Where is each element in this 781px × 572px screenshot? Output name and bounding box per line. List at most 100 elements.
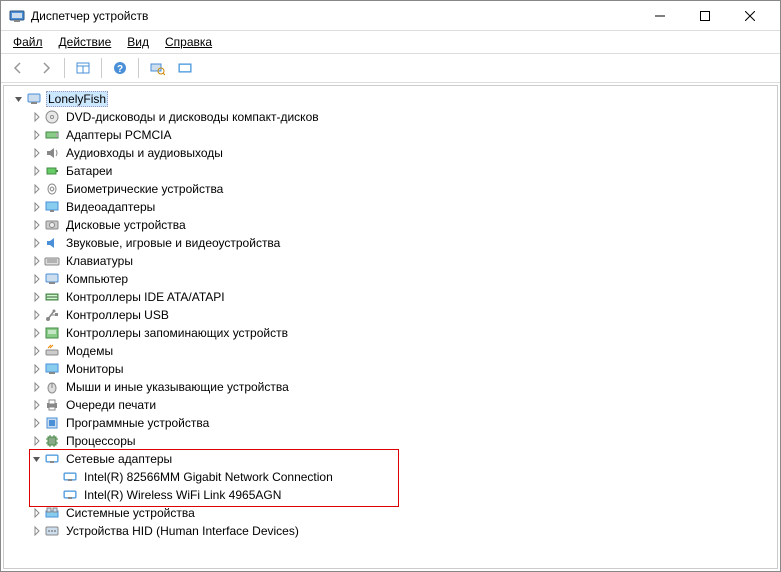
toolbar: ? — [1, 53, 780, 83]
tree-root-node[interactable]: LonelyFish — [12, 90, 769, 108]
biometric-icon — [44, 181, 60, 197]
help-button[interactable]: ? — [107, 56, 133, 80]
tree-node[interactable]: Звуковые, игровые и видеоустройства — [12, 234, 769, 252]
tree-child-node[interactable]: Intel(R) Wireless WiFi Link 4965AGN — [12, 486, 769, 504]
menu-view[interactable]: Вид — [121, 33, 155, 51]
maximize-button[interactable] — [682, 2, 727, 30]
expand-arrow-icon[interactable] — [30, 326, 44, 340]
expand-arrow-icon[interactable] — [30, 344, 44, 358]
expand-arrow-icon[interactable] — [30, 236, 44, 250]
expand-arrow-icon[interactable] — [30, 182, 44, 196]
menu-action[interactable]: Действие — [53, 33, 118, 51]
node-label: Intel(R) Wireless WiFi Link 4965AGN — [82, 488, 283, 502]
tree-child-node[interactable]: Intel(R) 82566MM Gigabit Network Connect… — [12, 468, 769, 486]
back-button — [5, 56, 31, 80]
tree-node[interactable]: Батареи — [12, 162, 769, 180]
computer-icon — [26, 91, 42, 107]
node-label: DVD-дисководы и дисководы компакт-дисков — [64, 110, 321, 124]
node-label: Контроллеры IDE ATA/ATAPI — [64, 290, 227, 304]
node-label: Очереди печати — [64, 398, 158, 412]
tree-node[interactable]: Системные устройства — [12, 504, 769, 522]
tree-node[interactable]: DVD-дисководы и дисководы компакт-дисков — [12, 108, 769, 126]
expand-arrow-icon[interactable] — [30, 110, 44, 124]
dvd-icon — [44, 109, 60, 125]
tree-node[interactable]: Контроллеры запоминающих устройств — [12, 324, 769, 342]
node-label: Системные устройства — [64, 506, 197, 520]
expand-arrow-icon[interactable] — [30, 164, 44, 178]
tree-node[interactable]: Мыши и иные указывающие устройства — [12, 378, 769, 396]
tree-content[interactable]: LonelyFish DVD-дисководы и дисководы комп… — [3, 85, 778, 569]
expand-arrow-icon[interactable] — [30, 218, 44, 232]
toolbar-separator — [64, 58, 65, 78]
close-button[interactable] — [727, 2, 772, 30]
expand-arrow-icon[interactable] — [30, 506, 44, 520]
printer-icon — [44, 397, 60, 413]
menu-file[interactable]: Файл — [7, 33, 49, 51]
ide-icon — [44, 289, 60, 305]
expand-arrow-icon[interactable] — [12, 92, 26, 106]
tree-node[interactable]: Мониторы — [12, 360, 769, 378]
node-label: Контроллеры запоминающих устройств — [64, 326, 290, 340]
display-icon — [44, 199, 60, 215]
tree-node[interactable]: Программные устройства — [12, 414, 769, 432]
cpu-icon — [44, 433, 60, 449]
no-arrow — [48, 470, 62, 484]
node-label: Биометрические устройства — [64, 182, 225, 196]
sound-icon — [44, 235, 60, 251]
storage-icon — [44, 325, 60, 341]
expand-arrow-icon[interactable] — [30, 200, 44, 214]
tree-node[interactable]: Модемы — [12, 342, 769, 360]
properties-button[interactable] — [172, 56, 198, 80]
node-label: Дисковые устройства — [64, 218, 188, 232]
tree-node[interactable]: Дисковые устройства — [12, 216, 769, 234]
network-icon — [62, 487, 78, 503]
expand-arrow-icon[interactable] — [30, 272, 44, 286]
node-label: Клавиатуры — [64, 254, 135, 268]
tree-node[interactable]: Контроллеры USB — [12, 306, 769, 324]
tree-node[interactable]: Сетевые адаптеры — [12, 450, 769, 468]
system-icon — [44, 505, 60, 521]
expand-arrow-icon[interactable] — [30, 524, 44, 538]
network-icon — [62, 469, 78, 485]
titlebar: Диспетчер устройств — [1, 1, 780, 31]
expand-arrow-icon[interactable] — [30, 290, 44, 304]
node-label: Мыши и иные указывающие устройства — [64, 380, 291, 394]
show-hide-console-button[interactable] — [70, 56, 96, 80]
usb-icon — [44, 307, 60, 323]
tree-node[interactable]: Очереди печати — [12, 396, 769, 414]
scan-hardware-button[interactable] — [144, 56, 170, 80]
tree-node[interactable]: Контроллеры IDE ATA/ATAPI — [12, 288, 769, 306]
toolbar-separator — [101, 58, 102, 78]
tree-node[interactable]: Клавиатуры — [12, 252, 769, 270]
mouse-icon — [44, 379, 60, 395]
node-label: Программные устройства — [64, 416, 211, 430]
tree-node[interactable]: Компьютер — [12, 270, 769, 288]
expand-arrow-icon[interactable] — [30, 452, 44, 466]
tree-node[interactable]: Устройства HID (Human Interface Devices) — [12, 522, 769, 540]
window-controls — [637, 2, 772, 30]
expand-arrow-icon[interactable] — [30, 416, 44, 430]
expand-arrow-icon[interactable] — [30, 398, 44, 412]
keyboard-icon — [44, 253, 60, 269]
node-label: Intel(R) 82566MM Gigabit Network Connect… — [82, 470, 335, 484]
tree-node[interactable]: Адаптеры PCMCIA — [12, 126, 769, 144]
tree-node[interactable]: Процессоры — [12, 432, 769, 450]
node-label: Мониторы — [64, 362, 125, 376]
expand-arrow-icon[interactable] — [30, 434, 44, 448]
expand-arrow-icon[interactable] — [30, 380, 44, 394]
app-icon — [9, 8, 25, 24]
node-label: Аудиовходы и аудиовыходы — [64, 146, 225, 160]
minimize-button[interactable] — [637, 2, 682, 30]
node-label: Звуковые, игровые и видеоустройства — [64, 236, 282, 250]
tree-node[interactable]: Видеоадаптеры — [12, 198, 769, 216]
node-label: Контроллеры USB — [64, 308, 171, 322]
tree-node[interactable]: Аудиовходы и аудиовыходы — [12, 144, 769, 162]
expand-arrow-icon[interactable] — [30, 146, 44, 160]
expand-arrow-icon[interactable] — [30, 362, 44, 376]
tree-node[interactable]: Биометрические устройства — [12, 180, 769, 198]
menu-help[interactable]: Справка — [159, 33, 218, 51]
expand-arrow-icon[interactable] — [30, 308, 44, 322]
node-label: Процессоры — [64, 434, 138, 448]
expand-arrow-icon[interactable] — [30, 128, 44, 142]
expand-arrow-icon[interactable] — [30, 254, 44, 268]
